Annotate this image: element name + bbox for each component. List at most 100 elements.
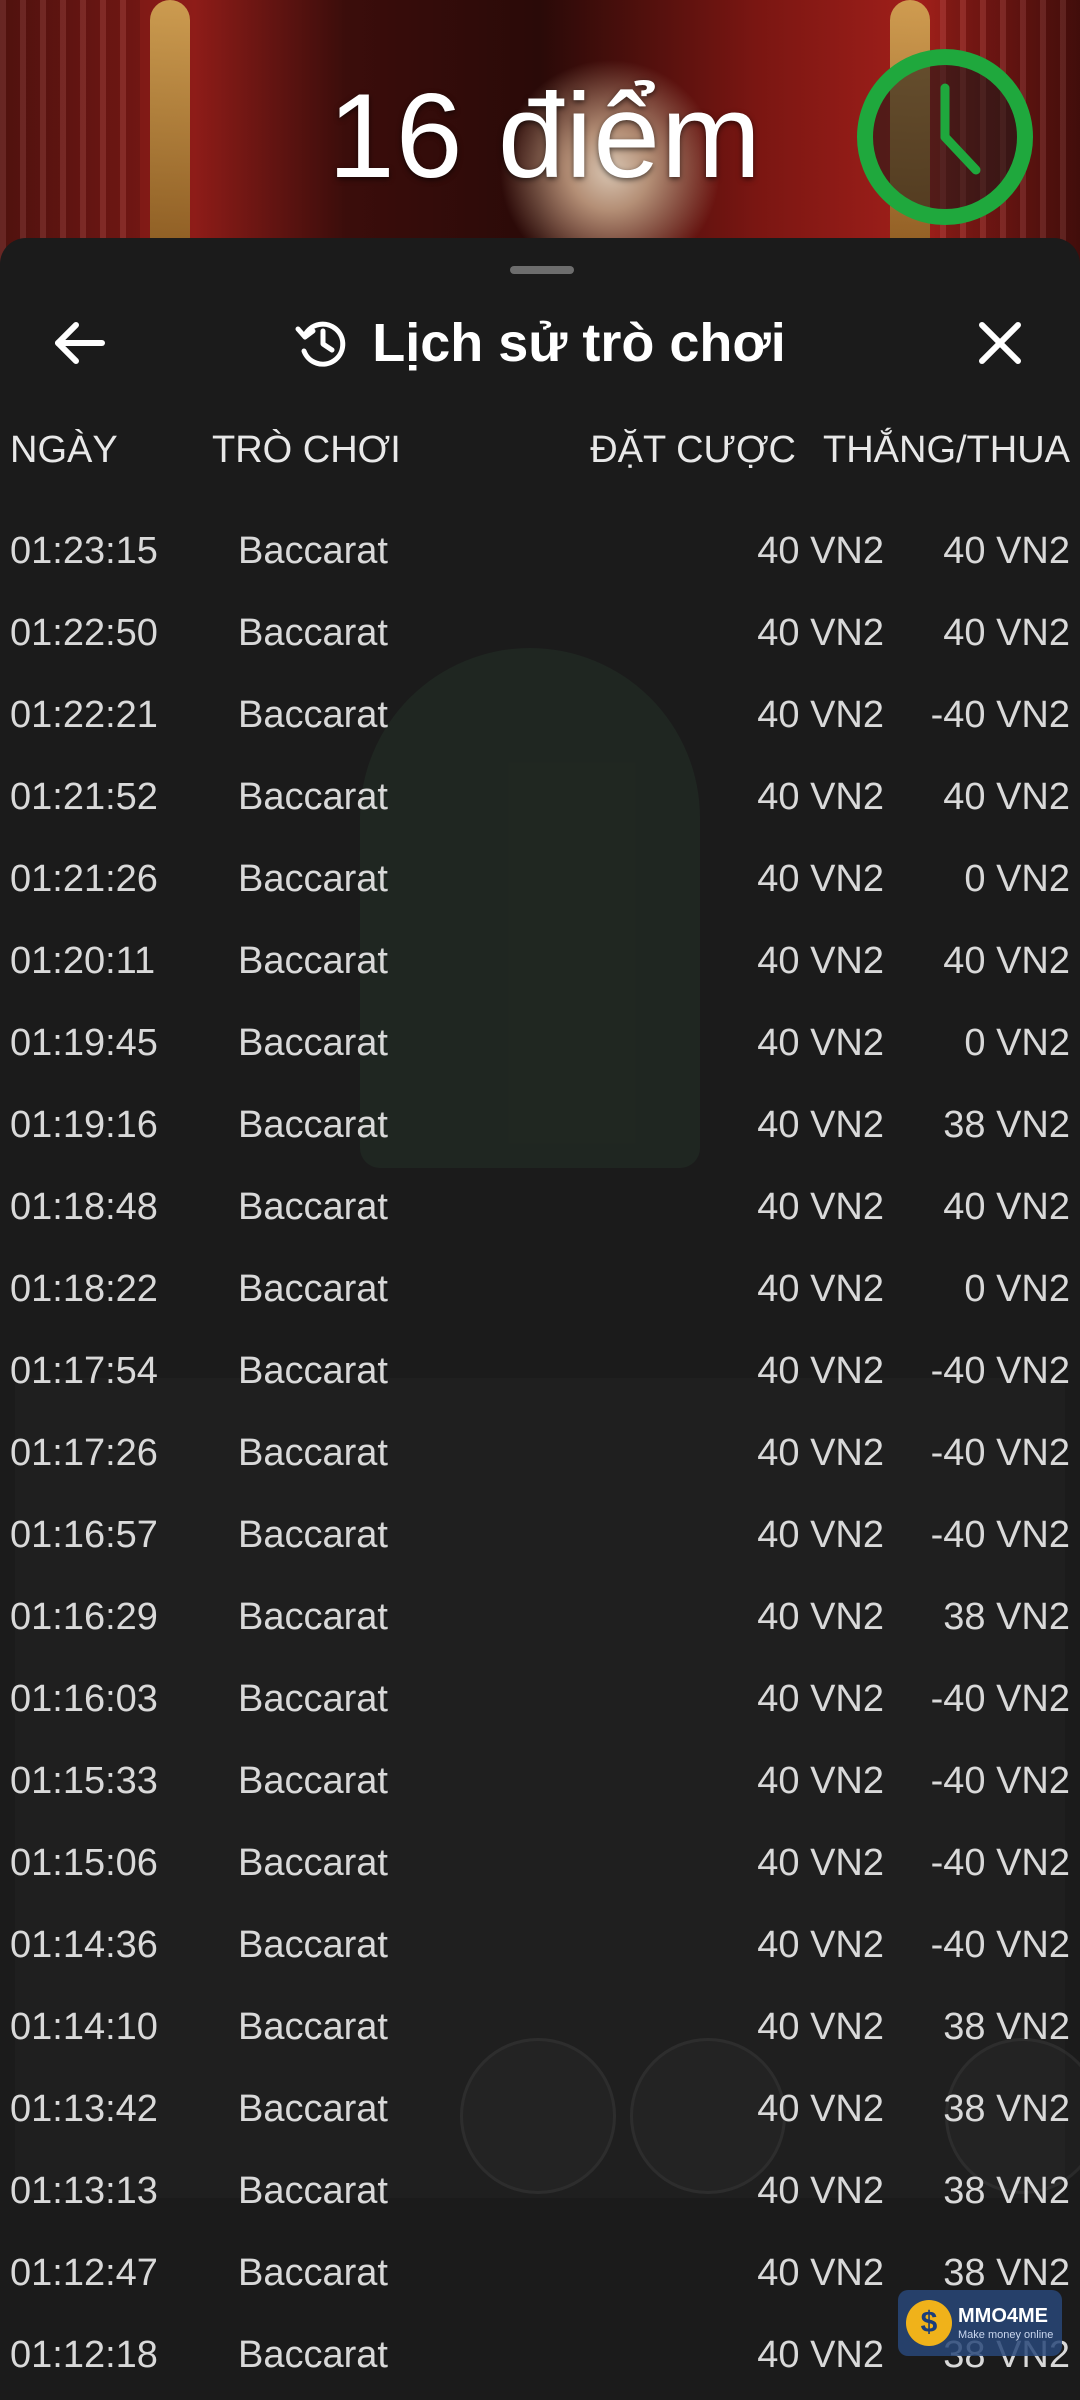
- history-icon: [295, 321, 346, 367]
- row-bet: 40 VN2: [757, 2252, 884, 2294]
- row-result: 40 VN2: [943, 1186, 1070, 1228]
- table-header: NGÀY TRÒ CHƠI ĐẶT CƯỢC THẮNG/THUA: [0, 420, 1080, 480]
- row-time: 01:17:26: [10, 1432, 158, 1474]
- row-game: Baccarat: [238, 2170, 388, 2212]
- row-time: 01:23:15: [10, 530, 158, 572]
- table-row[interactable]: 01:21:52 Baccarat 40 VN2 40 VN2: [0, 756, 1080, 838]
- table-row[interactable]: 01:23:15 Baccarat 40 VN2 40 VN2: [0, 510, 1080, 592]
- sheet-title-group: Lịch sử trò chơi: [0, 288, 1080, 398]
- row-time: 01:15:06: [10, 1842, 158, 1884]
- row-result: 40 VN2: [943, 612, 1070, 654]
- row-bet: 40 VN2: [757, 694, 884, 736]
- table-row[interactable]: 01:16:03 Baccarat 40 VN2 -40 VN2: [0, 1658, 1080, 1740]
- table-row[interactable]: 01:18:22 Baccarat 40 VN2 0 VN2: [0, 1248, 1080, 1330]
- row-result: 0 VN2: [964, 858, 1070, 900]
- table-row[interactable]: 01:14:10 Baccarat 40 VN2 38 VN2: [0, 1986, 1080, 2068]
- history-table-body: 01:23:15 Baccarat 40 VN2 40 VN2 01:22:50 Bacc…: [0, 510, 1080, 2396]
- column-header-game: TRÒ CHƠI: [212, 429, 401, 471]
- row-time: 01:13:13: [10, 2170, 158, 2212]
- row-time: 01:18:22: [10, 1268, 158, 1310]
- row-bet: 40 VN2: [757, 1350, 884, 1392]
- table-row[interactable]: 01:16:29 Baccarat 40 VN2 38 VN2: [0, 1576, 1080, 1658]
- row-game: Baccarat: [238, 940, 388, 982]
- row-game: Baccarat: [238, 1186, 388, 1228]
- row-bet: 40 VN2: [757, 2170, 884, 2212]
- row-result: 0 VN2: [964, 1022, 1070, 1064]
- row-game: Baccarat: [238, 1514, 388, 1556]
- sheet-header: Lịch sử trò chơi: [0, 288, 1080, 398]
- row-bet: 40 VN2: [757, 858, 884, 900]
- row-game: Baccarat: [238, 2334, 388, 2376]
- close-button[interactable]: [960, 308, 1040, 378]
- table-row[interactable]: 01:15:33 Baccarat 40 VN2 -40 VN2: [0, 1740, 1080, 1822]
- table-row[interactable]: 01:19:45 Baccarat 40 VN2 0 VN2: [0, 1002, 1080, 1084]
- row-game: Baccarat: [238, 1432, 388, 1474]
- row-bet: 40 VN2: [757, 1268, 884, 1310]
- watermark-text-group: MMO4ME Make money online: [958, 2304, 1053, 2342]
- table-row[interactable]: 01:17:54 Baccarat 40 VN2 -40 VN2: [0, 1330, 1080, 1412]
- row-result: -40 VN2: [930, 1760, 1070, 1802]
- table-row[interactable]: 01:18:48 Baccarat 40 VN2 40 VN2: [0, 1166, 1080, 1248]
- row-result: 38 VN2: [943, 2006, 1070, 2048]
- row-bet: 40 VN2: [757, 2088, 884, 2130]
- table-row[interactable]: 01:16:57 Baccarat 40 VN2 -40 VN2: [0, 1494, 1080, 1576]
- row-bet: 40 VN2: [757, 1022, 884, 1064]
- watermark-logo: $ MMO4ME Make money online: [898, 2290, 1062, 2356]
- row-time: 01:16:57: [10, 1514, 158, 1556]
- row-time: 01:14:10: [10, 2006, 158, 2048]
- row-time: 01:12:47: [10, 2252, 158, 2294]
- row-result: -40 VN2: [930, 694, 1070, 736]
- row-bet: 40 VN2: [757, 2334, 884, 2376]
- row-time: 01:22:50: [10, 612, 158, 654]
- row-result: -40 VN2: [930, 1514, 1070, 1556]
- table-row[interactable]: 01:13:13 Baccarat 40 VN2 38 VN2: [0, 2150, 1080, 2232]
- column-header-date: NGÀY: [10, 429, 118, 471]
- table-row[interactable]: 01:20:11 Baccarat 40 VN2 40 VN2: [0, 920, 1080, 1002]
- table-row[interactable]: 01:15:06 Baccarat 40 VN2 -40 VN2: [0, 1822, 1080, 1904]
- row-time: 01:17:54: [10, 1350, 158, 1392]
- screen: 16 điểm Lịch sử trò chơi NGÀY TRÒ CHƠI Đ…: [0, 0, 1080, 2400]
- drag-handle[interactable]: [510, 266, 574, 274]
- row-game: Baccarat: [238, 1022, 388, 1064]
- row-bet: 40 VN2: [757, 1186, 884, 1228]
- row-time: 01:16:03: [10, 1678, 158, 1720]
- row-result: -40 VN2: [930, 1924, 1070, 1966]
- row-bet: 40 VN2: [757, 1596, 884, 1638]
- row-game: Baccarat: [238, 1924, 388, 1966]
- row-time: 01:19:16: [10, 1104, 158, 1146]
- table-row[interactable]: 01:21:26 Baccarat 40 VN2 0 VN2: [0, 838, 1080, 920]
- row-time: 01:20:11: [10, 940, 156, 982]
- row-game: Baccarat: [238, 776, 388, 818]
- row-result: 40 VN2: [943, 530, 1070, 572]
- row-result: -40 VN2: [930, 1350, 1070, 1392]
- row-time: 01:15:33: [10, 1760, 158, 1802]
- row-game: Baccarat: [238, 1596, 388, 1638]
- clock-timer-icon: [857, 49, 1033, 225]
- row-bet: 40 VN2: [757, 1924, 884, 1966]
- row-game: Baccarat: [238, 1842, 388, 1884]
- row-time: 01:12:18: [10, 2334, 158, 2376]
- row-time: 01:22:21: [10, 694, 158, 736]
- row-time: 01:16:29: [10, 1596, 158, 1638]
- row-result: 38 VN2: [943, 1596, 1070, 1638]
- row-result: -40 VN2: [930, 1432, 1070, 1474]
- row-game: Baccarat: [238, 1350, 388, 1392]
- table-row[interactable]: 01:17:26 Baccarat 40 VN2 -40 VN2: [0, 1412, 1080, 1494]
- watermark-subtext: Make money online: [958, 2329, 1054, 2341]
- close-icon: [979, 322, 1021, 364]
- table-row[interactable]: 01:22:50 Baccarat 40 VN2 40 VN2: [0, 592, 1080, 674]
- row-bet: 40 VN2: [757, 940, 884, 982]
- row-time: 01:19:45: [10, 1022, 158, 1064]
- row-game: Baccarat: [238, 1268, 388, 1310]
- row-time: 01:18:48: [10, 1186, 158, 1228]
- row-game: Baccarat: [238, 530, 388, 572]
- row-game: Baccarat: [238, 858, 388, 900]
- row-bet: 40 VN2: [757, 2006, 884, 2048]
- table-row[interactable]: 01:22:21 Baccarat 40 VN2 -40 VN2: [0, 674, 1080, 756]
- table-row[interactable]: 01:14:36 Baccarat 40 VN2 -40 VN2: [0, 1904, 1080, 1986]
- row-game: Baccarat: [238, 1104, 388, 1146]
- row-bet: 40 VN2: [757, 612, 884, 654]
- table-row[interactable]: 01:19:16 Baccarat 40 VN2 38 VN2: [0, 1084, 1080, 1166]
- row-result: 38 VN2: [943, 2170, 1070, 2212]
- table-row[interactable]: 01:13:42 Baccarat 40 VN2 38 VN2: [0, 2068, 1080, 2150]
